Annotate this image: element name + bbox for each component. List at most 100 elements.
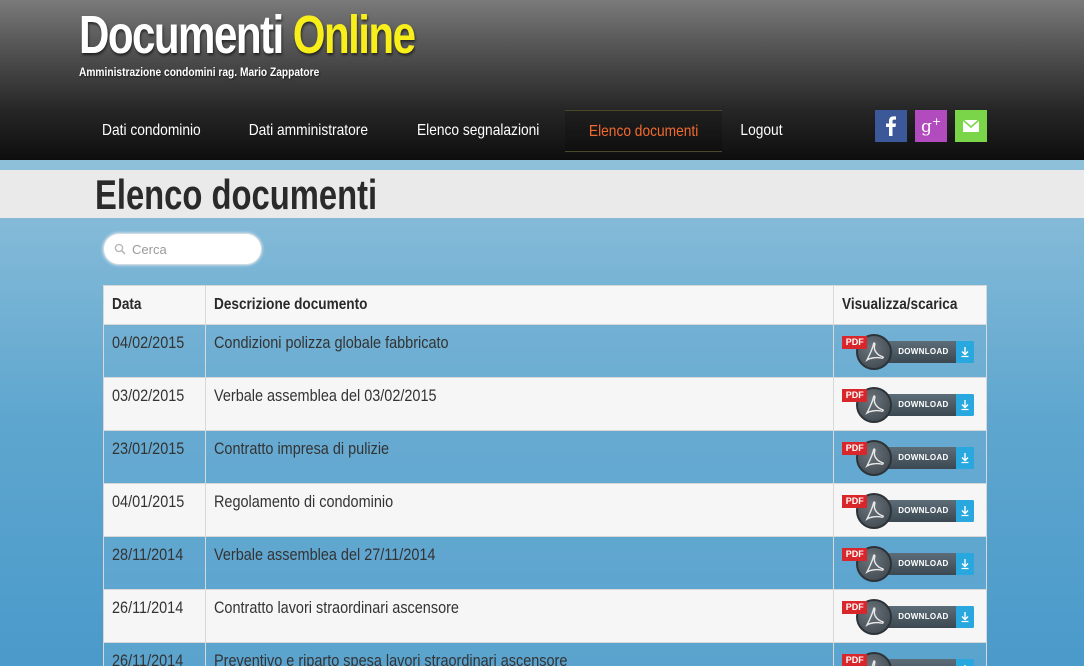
google-plus-button[interactable]: g +	[915, 110, 947, 142]
google-plus-icon: g +	[921, 115, 941, 137]
row-description-text: Contratto lavori straordinari ascensore	[214, 598, 460, 617]
row-description-text: Verbale assemblea del 03/02/2015	[214, 386, 437, 405]
svg-text:+: +	[932, 115, 941, 128]
download-label: DOWNLOAD	[898, 612, 949, 621]
pdf-download-button[interactable]: DOWNLOAD PDF	[842, 491, 975, 531]
pdf-badge: PDF	[842, 601, 868, 614]
download-arrow-icon	[956, 500, 975, 522]
nav-item-dati-condominio[interactable]: Dati condominio	[79, 110, 224, 152]
row-download-cell: DOWNLOAD PDF	[833, 536, 987, 590]
table-row: 04/02/2015 Condizioni polizza globale fa…	[102, 324, 987, 378]
search-box[interactable]	[103, 233, 262, 265]
pdf-download-button[interactable]: DOWNLOAD PDF	[842, 597, 975, 637]
mail-button[interactable]	[955, 110, 987, 142]
nav-item-label: Dati condominio	[102, 122, 201, 139]
row-description: Regolamento di condominio	[205, 483, 835, 537]
row-date-text: 04/01/2015	[112, 492, 185, 511]
row-date-text: 04/02/2015	[112, 333, 185, 352]
site-tagline: Amministrazione condomini rag. Mario Zap…	[79, 65, 320, 79]
row-description-text: Regolamento di condominio	[214, 492, 394, 511]
table-header-row: Data Descrizione documento Visualizza/sc…	[102, 285, 987, 325]
download-label: DOWNLOAD	[898, 453, 949, 462]
pdf-badge: PDF	[842, 654, 868, 666]
pdf-badge: PDF	[842, 336, 868, 349]
row-description: Preventivo e riparto spesa lavori straor…	[205, 642, 835, 666]
row-date: 26/11/2014	[102, 589, 207, 643]
row-date: 23/01/2015	[102, 430, 207, 484]
row-date: 28/11/2014	[102, 536, 207, 590]
table-row: 28/11/2014 Verbale assemblea del 27/11/2…	[102, 536, 987, 590]
download-label: DOWNLOAD	[898, 506, 949, 515]
row-description-text: Preventivo e riparto spesa lavori straor…	[214, 651, 568, 666]
row-download-cell: DOWNLOAD PDF	[833, 642, 987, 666]
row-date: 03/02/2015	[102, 377, 207, 431]
row-date-text: 28/11/2014	[112, 545, 184, 564]
row-date-text: 23/01/2015	[112, 439, 185, 458]
arrow-down-icon	[961, 506, 969, 517]
search-input[interactable]	[132, 241, 252, 257]
mail-icon	[962, 119, 980, 132]
row-description-text: Condizioni polizza globale fabbricato	[214, 333, 449, 352]
pdf-download-button[interactable]: DOWNLOAD PDF	[842, 438, 975, 478]
row-description: Contratto lavori straordinari ascensore	[205, 589, 835, 643]
row-date: 04/01/2015	[102, 483, 207, 537]
row-description: Contratto impresa di pulizie	[205, 430, 835, 484]
table-row: 04/01/2015 Regolamento di condominio DOW…	[102, 483, 987, 537]
arrow-down-icon	[961, 400, 969, 411]
row-description-text: Contratto impresa di pulizie	[214, 439, 390, 458]
page-title: Elenco documenti	[95, 171, 378, 218]
table-row: 26/11/2014 Preventivo e riparto spesa la…	[102, 642, 987, 666]
column-header-description[interactable]: Descrizione documento	[205, 285, 835, 325]
site-logo[interactable]: Documenti Online	[79, 4, 416, 66]
row-description: Verbale assemblea del 27/11/2014	[205, 536, 835, 590]
pdf-download-button[interactable]: DOWNLOAD PDF	[842, 544, 975, 584]
row-description: Condizioni polizza globale fabbricato	[205, 324, 835, 378]
download-label: DOWNLOAD	[898, 347, 949, 356]
row-download-cell: DOWNLOAD PDF	[833, 430, 987, 484]
pdf-download-button[interactable]: DOWNLOAD PDF	[842, 332, 975, 372]
pdf-badge: PDF	[842, 495, 868, 508]
download-label: DOWNLOAD	[898, 559, 949, 568]
column-header-label: Visualizza/scarica	[842, 296, 958, 313]
pdf-badge: PDF	[842, 389, 868, 402]
download-label: DOWNLOAD	[898, 659, 948, 666]
main-nav: Dati condominio Dati amministratore Elen…	[79, 110, 801, 152]
table-row: 23/01/2015 Contratto impresa di pulizie …	[102, 430, 987, 484]
pdf-badge: PDF	[842, 548, 868, 561]
column-header-download[interactable]: Visualizza/scarica	[833, 285, 987, 325]
nav-item-elenco-documenti[interactable]: Elenco documenti	[564, 110, 722, 152]
nav-item-label: Dati amministratore	[248, 122, 368, 139]
nav-item-label: Elenco documenti	[588, 123, 699, 140]
column-header-label: Data	[112, 296, 142, 313]
arrow-down-icon	[961, 453, 969, 464]
row-download-cell: DOWNLOAD PDF	[833, 483, 987, 537]
pdf-badge: PDF	[842, 442, 868, 455]
row-description: Verbale assemblea del 03/02/2015	[205, 377, 835, 431]
arrow-down-icon	[961, 612, 969, 623]
documents-table: Data Descrizione documento Visualizza/sc…	[102, 285, 987, 666]
download-arrow-icon	[956, 659, 975, 666]
pdf-download-button[interactable]: DOWNLOAD PDF	[842, 650, 975, 666]
pdf-download-button[interactable]: DOWNLOAD PDF	[842, 385, 975, 425]
row-download-cell: DOWNLOAD PDF	[833, 324, 987, 378]
facebook-icon	[886, 116, 896, 136]
nav-item-label: Logout	[740, 122, 783, 139]
facebook-button[interactable]	[875, 110, 907, 142]
logo-accent-text: Online	[292, 5, 416, 65]
column-header-label: Descrizione documento	[214, 296, 368, 313]
nav-item-logout[interactable]: Logout	[722, 110, 801, 152]
row-download-cell: DOWNLOAD PDF	[833, 589, 987, 643]
column-header-date[interactable]: Data	[102, 285, 207, 325]
arrow-down-icon	[961, 559, 969, 570]
row-date-text: 03/02/2015	[112, 386, 185, 405]
nav-item-elenco-segnalazioni[interactable]: Elenco segnalazioni	[392, 110, 564, 152]
logo-main-text: Documenti	[79, 5, 284, 65]
nav-item-label: Elenco segnalazioni	[417, 122, 540, 139]
svg-text:g: g	[921, 117, 932, 137]
nav-item-dati-amministratore[interactable]: Dati amministratore	[224, 110, 393, 152]
download-arrow-icon	[956, 553, 975, 575]
arrow-down-icon	[961, 347, 969, 358]
download-label: DOWNLOAD	[898, 400, 949, 409]
download-arrow-icon	[956, 447, 975, 469]
row-date-text: 26/11/2014	[112, 598, 184, 617]
